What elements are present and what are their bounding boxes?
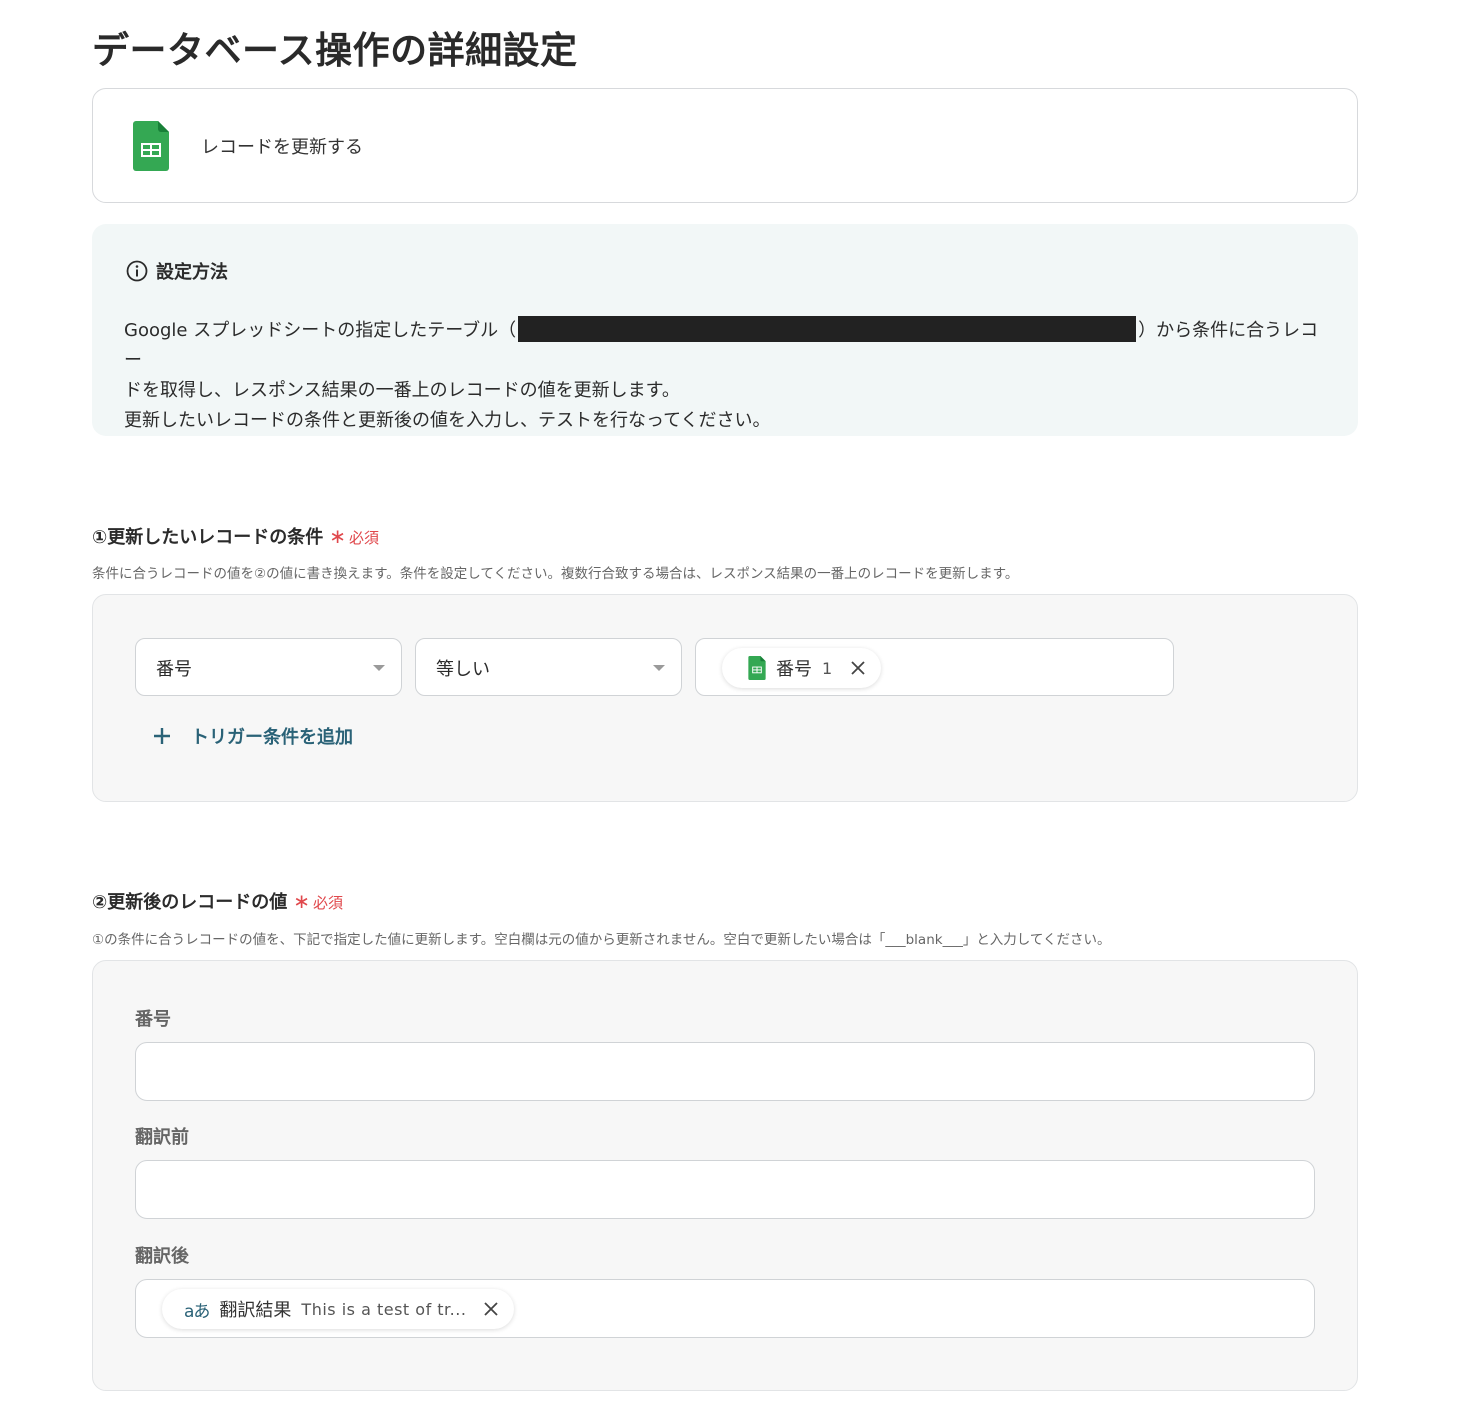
google-sheets-icon: [133, 121, 169, 171]
add-condition-label: トリガー条件を追加: [191, 727, 353, 748]
number-input[interactable]: [135, 1042, 1315, 1101]
after-translation-input[interactable]: aあ 翻訳結果 This is a test of tr...: [135, 1279, 1315, 1338]
add-condition-button[interactable]: トリガー条件を追加: [151, 723, 353, 749]
field-select-value: 番号: [156, 659, 192, 680]
info-box: 設定方法 Google スプレッドシートの指定したテーブル（ ）から条件に合うレコ…: [92, 224, 1358, 436]
chip-label: 翻訳結果: [219, 1300, 292, 1321]
values-panel: 番号 翻訳前 翻訳後 aあ 翻訳結果 This is a test of tr.…: [92, 960, 1358, 1391]
field-select[interactable]: 番号: [135, 638, 402, 696]
google-sheets-icon: [748, 656, 766, 680]
action-card[interactable]: レコードを更新する: [92, 88, 1358, 203]
required-star: ∗: [293, 889, 311, 913]
info-title: 設定方法: [156, 262, 228, 283]
info-line1-before: Google スプレッドシートの指定したテーブル（: [124, 320, 517, 341]
page-title: データベース操作の詳細設定: [92, 29, 578, 72]
variable-chip[interactable]: aあ 翻訳結果 This is a test of tr...: [162, 1289, 515, 1329]
chevron-down-icon: [653, 665, 665, 671]
close-icon[interactable]: [849, 659, 867, 677]
operator-select[interactable]: 等しい: [415, 638, 682, 696]
section2-title: ②更新後のレコードの値 ∗ 必須: [92, 888, 343, 914]
condition-value-field[interactable]: 番号 1: [695, 638, 1174, 696]
section2-title-text: ②更新後のレコードの値: [92, 892, 288, 913]
chip-value: 1: [822, 658, 833, 678]
variable-chip[interactable]: 番号 1: [722, 648, 881, 688]
close-icon[interactable]: [482, 1300, 500, 1318]
section1-title: ①更新したいレコードの条件 ∗ 必須: [92, 523, 379, 549]
required-star: ∗: [329, 524, 347, 548]
action-label: レコードを更新する: [201, 137, 363, 158]
condition-panel: 番号 等しい 番号 1 トリガー条件を追加: [92, 594, 1358, 802]
required-badge: ∗ 必須: [293, 889, 343, 913]
section1-title-text: ①更新したいレコードの条件: [92, 527, 324, 548]
info-line2: ドを取得し、レスポンス結果の一番上のレコードの値を更新します。: [124, 380, 680, 401]
section1-description: 条件に合うレコードの値を②の値に書き換えます。条件を設定してください。複数行合致…: [92, 566, 1019, 582]
info-text: Google スプレッドシートの指定したテーブル（ ）から条件に合うレコー ドを取…: [124, 316, 1324, 436]
field-label-after: 翻訳後: [135, 1246, 189, 1267]
info-icon: [126, 260, 148, 282]
operator-select-value: 等しい: [436, 659, 490, 680]
field-label-number: 番号: [135, 1009, 171, 1030]
chip-value: This is a test of tr...: [301, 1299, 467, 1319]
chip-label: 番号: [776, 659, 812, 680]
required-badge: ∗ 必須: [329, 524, 379, 548]
chevron-down-icon: [373, 665, 385, 671]
field-label-before: 翻訳前: [135, 1127, 189, 1148]
info-line3: 更新したいレコードの条件と更新後の値を入力し、テストを行なってください。: [124, 410, 771, 431]
redacted-block: [518, 316, 1137, 342]
section2-description: ①の条件に合うレコードの値を、下記で指定した値に更新します。空白欄は元の値から更…: [92, 932, 1111, 948]
plus-icon: [154, 728, 170, 744]
before-translation-input[interactable]: [135, 1160, 1315, 1219]
required-text: 必須: [313, 894, 344, 912]
required-text: 必須: [349, 529, 380, 547]
translate-icon: aあ: [184, 1301, 210, 1322]
